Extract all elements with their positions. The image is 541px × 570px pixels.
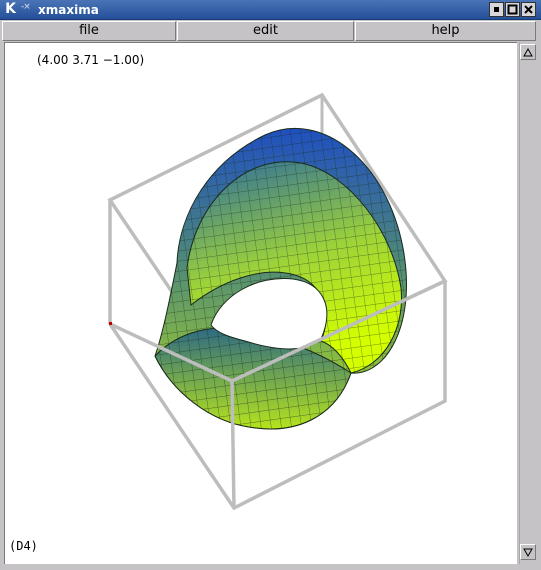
- vertical-scrollbar[interactable]: [519, 42, 537, 564]
- arrow-down-icon: [523, 548, 533, 557]
- maximize-icon: [507, 4, 518, 15]
- window-menu-icon[interactable]: -×: [21, 2, 31, 12]
- minimize-button[interactable]: [489, 2, 504, 17]
- scroll-down-button[interactable]: [520, 544, 536, 560]
- scrollbar-trough[interactable]: [519, 42, 537, 564]
- close-button[interactable]: [521, 2, 536, 17]
- minimize-icon: [494, 7, 499, 12]
- maximize-button[interactable]: [505, 2, 520, 17]
- close-icon: [524, 5, 533, 14]
- output-label: (D4): [9, 539, 38, 553]
- menu-file[interactable]: file: [2, 21, 176, 41]
- menu-bar: file edit help: [0, 20, 541, 42]
- window-title: xmaxima: [38, 3, 99, 17]
- arrow-up-icon: [523, 48, 533, 57]
- plot-canvas[interactable]: (4.00 3.71 −1.00) (D4): [4, 42, 517, 564]
- title-bar[interactable]: K -× xmaxima: [0, 0, 541, 20]
- menu-help[interactable]: help: [355, 21, 536, 41]
- kde-logo-icon[interactable]: K: [3, 2, 18, 17]
- scroll-up-button[interactable]: [520, 44, 536, 60]
- menu-edit[interactable]: edit: [177, 21, 354, 41]
- surface-band: [154, 127, 407, 430]
- window-bottom-border: [0, 564, 541, 570]
- surface-plot[interactable]: [5, 43, 517, 564]
